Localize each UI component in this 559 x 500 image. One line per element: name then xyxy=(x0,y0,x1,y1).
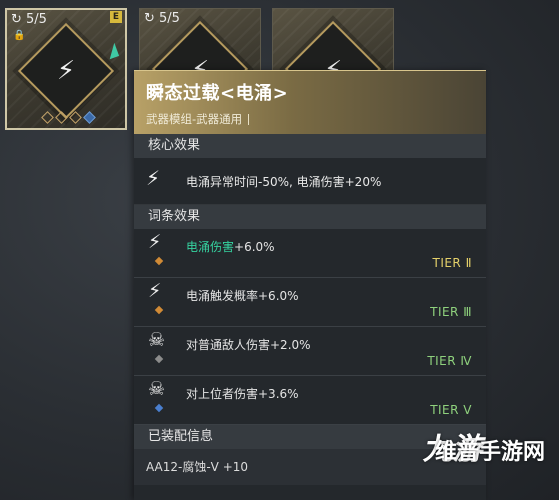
entry-row: ⚡ 电涌伤害+6.0% TIER Ⅱ xyxy=(134,229,486,278)
watermark: 九游 维普手游网 xyxy=(421,424,553,470)
module-slot-1[interactable]: ↻ 5/5 🔒 E ⚡ xyxy=(5,8,127,130)
selection-tag-icon xyxy=(104,42,120,60)
core-effect-row: ⚡ 电涌异常时间-50%, 电涌伤害+20% xyxy=(134,158,486,205)
surge-trigger-icon: ⚡ xyxy=(148,280,162,302)
entry-text: 电涌伤害+6.0% xyxy=(186,240,275,254)
entry-text: 对上位者伤害+3.6% xyxy=(186,387,299,401)
rarity-dot xyxy=(69,111,82,124)
entry-text: 电涌触发概率+6.0% xyxy=(186,289,299,303)
enemy-skull-icon: ☠ xyxy=(148,329,166,351)
tier-label: TIER Ⅴ xyxy=(430,403,472,417)
entry-row: ⚡ 电涌触发概率+6.0% TIER Ⅲ xyxy=(134,278,486,327)
slot-count: ↻ 5/5 xyxy=(11,12,47,27)
tier-label: TIER Ⅱ xyxy=(432,256,472,270)
entry-row: ☠ 对普通敌人伤害+2.0% TIER Ⅳ xyxy=(134,327,486,376)
tier-label: TIER Ⅲ xyxy=(430,305,472,319)
module-subtitle: 武器模组-武器通用 xyxy=(146,111,474,127)
watermark-site: 维普手游网 xyxy=(434,440,545,465)
module-title: 瞬态过载<电涌> xyxy=(146,83,289,104)
surge-lightning-icon: ⚡ xyxy=(146,166,161,190)
rarity-dot xyxy=(55,111,68,124)
surge-lightning-icon: ⚡ xyxy=(56,56,76,87)
lock-icon: 🔒 xyxy=(13,30,26,41)
rarity-dot xyxy=(41,111,54,124)
tier-label: TIER Ⅳ xyxy=(427,354,472,368)
entry-row: ☠ 对上位者伤害+3.6% TIER Ⅴ xyxy=(134,376,486,425)
rarity-dots xyxy=(41,111,96,124)
panel-header: 瞬态过载<电涌> 武器模组-武器通用 xyxy=(134,70,486,134)
gem-icon xyxy=(154,403,164,413)
gem-icon xyxy=(154,305,164,315)
core-effect-text: 电涌异常时间-50%, 电涌伤害+20% xyxy=(186,175,382,189)
equipped-badge: E xyxy=(110,11,122,23)
entries-header: 词条效果 xyxy=(134,205,486,229)
surge-lightning-icon: ⚡ xyxy=(148,231,162,253)
gem-icon xyxy=(154,256,164,266)
core-effect-header: 核心效果 xyxy=(134,134,486,158)
entry-text: 对普通敌人伤害+2.0% xyxy=(186,338,311,352)
gem-icon xyxy=(154,354,164,364)
boss-skull-icon: ☠ xyxy=(148,378,166,400)
slot-count: ↻ 5/5 xyxy=(144,11,180,26)
rarity-dot xyxy=(83,111,96,124)
